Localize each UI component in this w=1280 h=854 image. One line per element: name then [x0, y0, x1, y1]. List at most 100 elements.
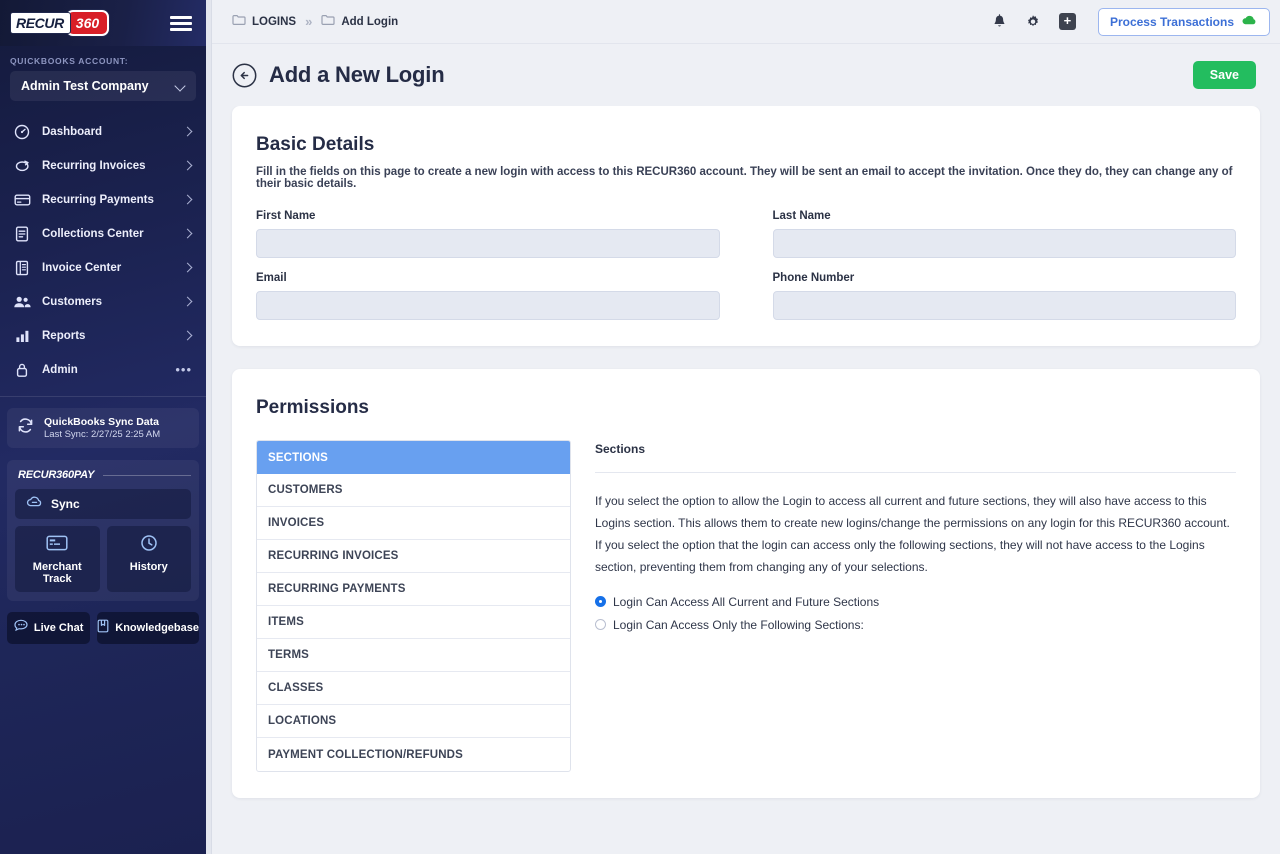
sections-panel-title: Sections	[595, 442, 646, 456]
breadcrumb-item-logins[interactable]: LOGINS	[232, 13, 296, 31]
table-row[interactable]: LOCATIONS	[257, 705, 570, 738]
permissions-detail-panel: Sections If you select the option to all…	[595, 440, 1236, 772]
breadcrumb-label: LOGINS	[252, 15, 297, 28]
quickbooks-account-label: QUICKBOOKS ACCOUNT:	[10, 56, 129, 66]
radio-label: Login Can Access Only the Following Sect…	[613, 617, 864, 632]
recur360pay-brand: RECUR360PAY	[18, 469, 95, 481]
sidebar-item-label: Customers	[42, 296, 103, 308]
sidebar-item-label: Reports	[42, 330, 86, 342]
folder-icon	[232, 13, 246, 31]
sidebar-item-admin[interactable]: Admin •••	[0, 353, 206, 387]
pay-tile-label: History	[129, 561, 168, 573]
credit-card-icon	[13, 191, 31, 209]
merchant-track-tile[interactable]: Merchant Track	[15, 526, 100, 592]
plus-square-icon[interactable]: +	[1058, 13, 1076, 30]
clock-icon	[138, 535, 160, 556]
save-button[interactable]: Save	[1192, 61, 1256, 89]
first-name-input[interactable]	[256, 229, 720, 258]
knowledgebase-button[interactable]: Knowledgebase	[97, 612, 199, 644]
recur360pay-widget: RECUR360PAY Sync Merchant Track History	[7, 460, 199, 601]
hamburger-bar	[170, 21, 192, 25]
last-name-label: Last Name	[772, 210, 831, 222]
live-chat-button[interactable]: Live Chat	[7, 612, 91, 644]
sidebar-item-collections-center[interactable]: Collections Center	[0, 217, 206, 251]
lock-icon	[13, 361, 31, 379]
top-bar-actions: + Process Transactions	[992, 7, 1270, 36]
breadcrumb: LOGINS » Add Login	[232, 13, 398, 31]
email-label: Email	[256, 272, 287, 284]
basic-details-title: Basic Details	[256, 134, 375, 155]
table-row[interactable]: ITEMS	[257, 606, 570, 639]
header-rule	[103, 474, 191, 476]
sidebar-item-recurring-payments[interactable]: Recurring Payments	[0, 183, 206, 217]
radio-option-only-following[interactable]: Login Can Access Only the Following Sect…	[595, 618, 1236, 632]
more-options-icon[interactable]: •••	[175, 363, 192, 376]
breadcrumb-item-add-login[interactable]: Add Login	[321, 13, 398, 31]
table-row[interactable]: CLASSES	[257, 672, 570, 705]
table-row[interactable]: CUSTOMERS	[257, 474, 570, 507]
phone-number-label: Phone Number	[772, 272, 855, 284]
last-name-input[interactable]	[772, 229, 1236, 258]
sidebar-item-dashboard[interactable]: Dashboard	[0, 115, 206, 149]
process-transactions-button[interactable]: Process Transactions	[1097, 7, 1270, 36]
phone-number-input[interactable]	[772, 291, 1236, 320]
logo-360-badge: 360	[65, 10, 110, 36]
folder-icon	[321, 13, 335, 31]
chevron-right-icon	[184, 332, 192, 340]
sidebar-divider	[0, 396, 206, 397]
table-row[interactable]: INVOICES	[257, 507, 570, 540]
sidebar-item-label: Dashboard	[42, 126, 103, 138]
page-scrollbar[interactable]	[206, 0, 212, 854]
table-row[interactable]: PAYMENT COLLECTION/REFUNDS	[257, 738, 570, 771]
sidebar-item-reports[interactable]: Reports	[0, 319, 206, 353]
permissions-title: Permissions	[256, 397, 369, 418]
back-arrow-circle-icon[interactable]	[232, 63, 257, 88]
history-tile[interactable]: History	[106, 526, 191, 592]
quickbooks-account-select[interactable]: Admin Test Company	[10, 71, 196, 101]
sidebar-header: RECUR 360	[0, 0, 206, 46]
permissions-radio-group: Login Can Access All Current and Future …	[595, 595, 1236, 632]
basic-details-card: Basic Details Fill in the fields on this…	[232, 106, 1260, 346]
chevron-down-icon	[175, 81, 186, 92]
bell-icon[interactable]	[992, 13, 1007, 30]
pay-sync-label: Sync	[51, 497, 80, 511]
first-name-group: First Name	[256, 210, 720, 258]
sections-table-header[interactable]: SECTIONS	[257, 441, 570, 474]
recurring-invoices-icon	[13, 157, 31, 175]
people-icon	[13, 293, 31, 311]
sidebar-item-label: Recurring Payments	[42, 194, 154, 206]
chevron-right-icon	[184, 264, 192, 272]
pay-sync-button[interactable]: Sync	[15, 489, 191, 519]
sidebar-item-label: Collections Center	[42, 228, 144, 240]
sidebar-item-customers[interactable]: Customers	[0, 285, 206, 319]
radio-option-all-sections[interactable]: Login Can Access All Current and Future …	[595, 595, 1236, 609]
breadcrumb-separator: »	[305, 14, 313, 29]
bar-chart-icon	[13, 327, 31, 345]
email-input[interactable]	[256, 291, 720, 320]
sidebar-item-recurring-invoices[interactable]: Recurring Invoices	[0, 149, 206, 183]
cloud-sync-icon	[26, 495, 43, 513]
first-name-label: First Name	[256, 210, 316, 222]
sections-table: SECTIONS CUSTOMERS INVOICES RECURRING IN…	[256, 440, 571, 772]
table-row[interactable]: RECURRING INVOICES	[257, 540, 570, 573]
chevron-right-icon	[184, 128, 192, 136]
document-icon	[13, 225, 31, 243]
table-row[interactable]: TERMS	[257, 639, 570, 672]
knowledgebase-label: Knowledgebase	[115, 622, 199, 634]
hamburger-bar	[170, 27, 192, 31]
email-group: Email	[256, 272, 720, 320]
dashboard-icon	[13, 123, 31, 141]
table-row[interactable]: RECURRING PAYMENTS	[257, 573, 570, 606]
live-chat-label: Live Chat	[33, 622, 84, 634]
basic-details-form: First Name Last Name Email Phone Number	[256, 210, 1236, 320]
recur360pay-header: RECUR360PAY	[15, 469, 191, 481]
gear-icon[interactable]	[1025, 14, 1041, 30]
recur360-logo[interactable]: RECUR 360	[10, 9, 110, 37]
quickbooks-sync-card[interactable]: QuickBooks Sync Data Last Sync: 2/27/25 …	[7, 408, 199, 448]
radio-indicator	[595, 619, 606, 631]
hamburger-icon[interactable]	[170, 13, 192, 34]
sidebar-nav: Dashboard Recurring Invoices Recurring P…	[0, 115, 206, 387]
breadcrumb-label: Add Login	[341, 15, 399, 28]
sidebar-item-invoice-center[interactable]: Invoice Center	[0, 251, 206, 285]
help-row: Live Chat Knowledgebase	[7, 612, 199, 644]
